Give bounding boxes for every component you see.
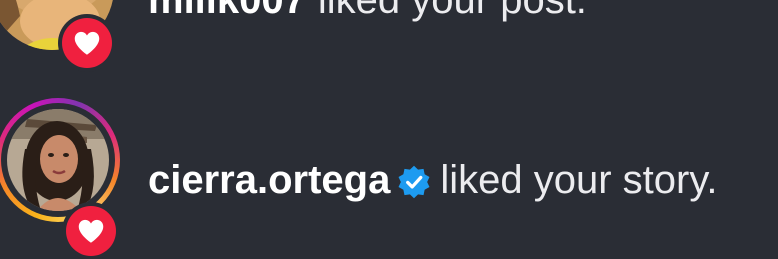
like-badge [62, 202, 120, 259]
notification-action: liked your story. [440, 158, 718, 202]
verified-badge-icon [396, 163, 432, 199]
heart-icon [74, 31, 100, 55]
heart-icon [78, 219, 104, 243]
notification-item[interactable]: cierra.ortega liked your story. [0, 98, 778, 259]
like-badge [58, 14, 116, 72]
notifications-screen: mlllk007 liked your post. cierra.ortega … [0, 0, 778, 259]
notification-text: mlllk007 liked your post. [148, 0, 587, 24]
username[interactable]: cierra.ortega [148, 156, 390, 204]
notification-action: liked your post. [317, 0, 587, 22]
notification-text: cierra.ortega liked your story. [148, 156, 717, 204]
notification-item[interactable]: mlllk007 liked your post. [0, 0, 778, 72]
username[interactable]: mlllk007 [148, 0, 306, 24]
